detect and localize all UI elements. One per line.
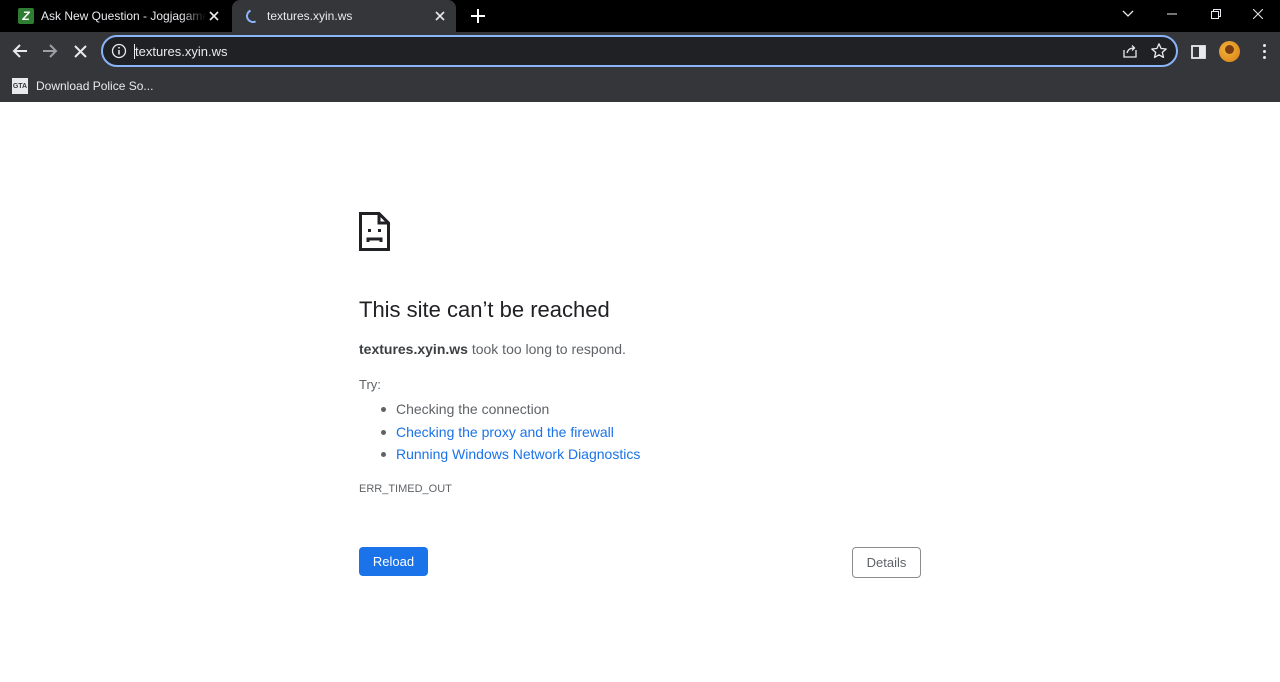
- info-icon[interactable]: [111, 43, 127, 59]
- try-label: Try:: [359, 377, 381, 392]
- browser-toolbar: textures.xyin.ws: [0, 32, 1280, 70]
- error-heading: This site can’t be reached: [359, 297, 610, 322]
- tab-jogjagamers[interactable]: Z Ask New Question - Jogjagamers: [0, 0, 230, 32]
- side-panel-button[interactable]: [1189, 42, 1209, 62]
- menu-dot: [1262, 43, 1266, 47]
- address-bar[interactable]: textures.xyin.ws: [101, 35, 1178, 67]
- forward-button[interactable]: [37, 38, 63, 64]
- minimize-button[interactable]: [1150, 0, 1194, 28]
- tab-title: Ask New Question - Jogjagamers: [41, 9, 206, 23]
- side-panel-icon: [1191, 45, 1206, 59]
- bookmark-label: Download Police So...: [36, 79, 154, 93]
- close-window-button[interactable]: [1236, 0, 1280, 28]
- close-tab-icon[interactable]: [206, 8, 222, 24]
- sad-document-icon: [359, 212, 390, 251]
- restore-icon: [1211, 9, 1221, 19]
- details-button[interactable]: Details: [852, 547, 921, 578]
- suggestions-list: Checking the connection Checking the pro…: [381, 398, 640, 466]
- loading-spinner-icon: [244, 7, 262, 25]
- profile-avatar[interactable]: [1219, 41, 1240, 62]
- close-icon: [1253, 9, 1263, 19]
- restore-button[interactable]: [1194, 0, 1238, 28]
- error-summary-text: took too long to respond.: [467, 341, 626, 357]
- new-tab-button[interactable]: [466, 4, 490, 28]
- error-code: ERR_TIMED_OUT: [359, 483, 452, 495]
- star-icon[interactable]: [1150, 42, 1168, 60]
- suggestion-check-connection: Checking the connection: [381, 398, 640, 421]
- minimize-icon: [1167, 13, 1177, 15]
- tab-textures[interactable]: textures.xyin.ws: [232, 0, 456, 32]
- back-button[interactable]: [7, 38, 33, 64]
- close-tab-icon[interactable]: [432, 8, 448, 24]
- reload-button[interactable]: Reload: [359, 547, 428, 576]
- tab-title: textures.xyin.ws: [267, 9, 353, 23]
- error-summary: textures.xyin.ws took too long to respon…: [359, 340, 626, 358]
- chevron-down-icon: [1122, 10, 1134, 17]
- suggestion-network-diagnostics-link[interactable]: Running Windows Network Diagnostics: [381, 443, 640, 466]
- bookmarks-bar: GTA Download Police So...: [0, 70, 1280, 102]
- menu-dot: [1262, 49, 1266, 53]
- close-icon: [73, 44, 87, 58]
- jogjagamers-icon: Z: [18, 8, 34, 24]
- browser-menu-button[interactable]: [1254, 41, 1274, 61]
- bookmark-favicon-icon: GTA: [12, 78, 28, 94]
- tab-search-button[interactable]: [1106, 0, 1150, 28]
- arrow-right-icon: [43, 44, 58, 58]
- arrow-left-icon: [12, 44, 27, 58]
- menu-dot: [1262, 55, 1266, 59]
- bookmark-item[interactable]: GTA Download Police So...: [12, 76, 153, 96]
- suggestion-proxy-firewall-link[interactable]: Checking the proxy and the firewall: [381, 421, 640, 444]
- stop-loading-button[interactable]: [67, 38, 93, 64]
- tab-strip: Z Ask New Question - Jogjagamers texture…: [0, 0, 1280, 32]
- url-text[interactable]: textures.xyin.ws: [134, 44, 227, 59]
- page-content: This site can’t be reached textures.xyin…: [0, 102, 1280, 682]
- share-icon[interactable]: [1122, 43, 1138, 59]
- error-host: textures.xyin.ws: [359, 341, 468, 357]
